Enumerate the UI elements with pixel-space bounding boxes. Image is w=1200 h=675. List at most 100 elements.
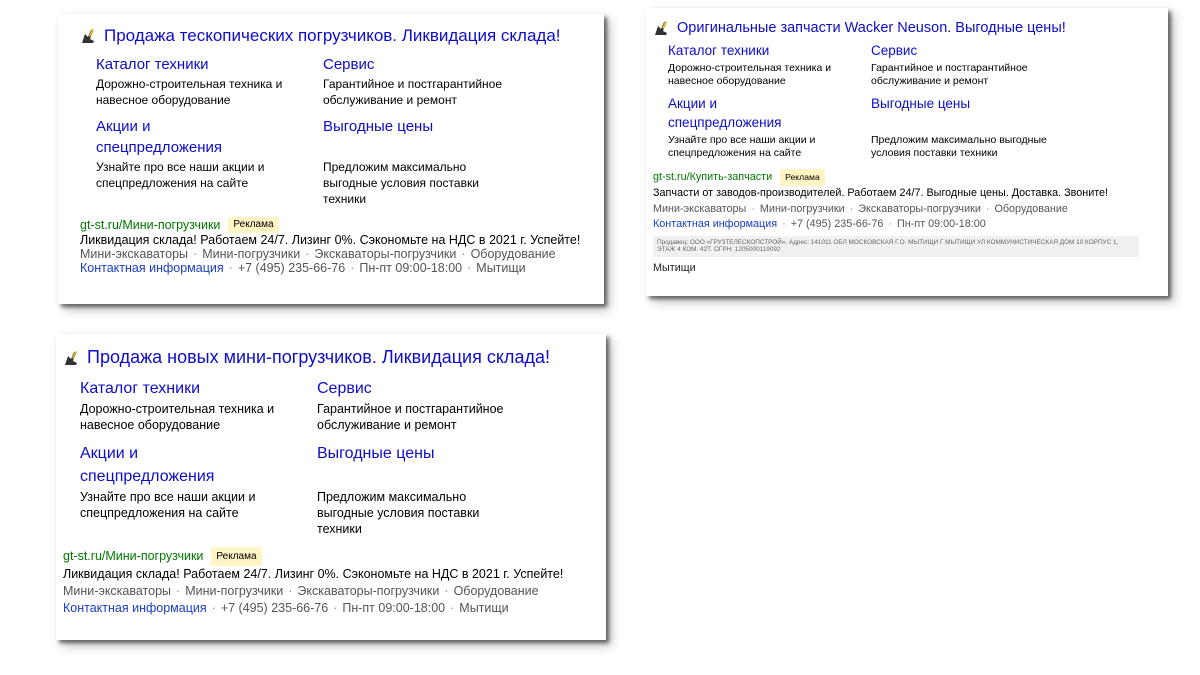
ad-title[interactable]: Продажа новых мини-погрузчиков. Ликвидац… bbox=[87, 347, 550, 368]
quicklink-equipment[interactable]: Оборудование bbox=[994, 203, 1067, 215]
sitelink-service[interactable]: Сервис bbox=[871, 42, 1061, 61]
sitelink-promotions[interactable]: Акции и спецпредложения bbox=[80, 443, 230, 488]
sitelink-description: Предложим максимально выгодные условия п… bbox=[871, 133, 1047, 160]
sitelink-prices[interactable]: Выгодные цены bbox=[323, 116, 523, 137]
phone-number[interactable]: +7 (495) 235-66-76 bbox=[221, 601, 328, 615]
ad-badge: Реклама bbox=[211, 547, 262, 567]
ad-title[interactable]: Оригинальные запчасти Wacker Neuson. Выг… bbox=[677, 20, 1066, 36]
separator-dot: · bbox=[350, 261, 355, 275]
ad-badge: Реклама bbox=[228, 217, 279, 233]
sitelink: Сервис Гарантийное и постгарантийное обс… bbox=[871, 42, 1061, 89]
quicklink-mini-loaders[interactable]: Мини-погрузчики bbox=[760, 203, 845, 215]
ad-title[interactable]: Продажа тескопических погрузчиков. Ликви… bbox=[104, 26, 561, 46]
display-url[interactable]: gt-st.ru/Мини-погрузчики bbox=[63, 548, 203, 565]
ad-footer: gt-st.ru/Мини-погрузчики Реклама Ликвида… bbox=[63, 547, 606, 617]
ad-footer: gt-st.ru/Купить-запчасти Реклама Запчаст… bbox=[653, 168, 1168, 277]
sitelink-service[interactable]: Сервис bbox=[317, 378, 517, 400]
sitelink-prices[interactable]: Выгодные цены bbox=[317, 443, 517, 465]
sitelink-description: Дорожно-строительная техника и навесное … bbox=[80, 402, 275, 433]
quicklink-backhoe-loaders[interactable]: Экскаваторы-погрузчики bbox=[314, 247, 456, 261]
sitelink-description: Предложим максимально выгодные условия п… bbox=[317, 490, 480, 537]
phone-number[interactable]: +7 (495) 235-66-76 bbox=[238, 261, 345, 275]
ad-card: Продажа тескопических погрузчиков. Ликви… bbox=[58, 14, 604, 304]
ad-title-link[interactable]: Продажа новых мини-погрузчиков. Ликвидац… bbox=[63, 347, 606, 368]
sitelink-description: Узнайте про все наши акции и спецпредлож… bbox=[668, 133, 816, 160]
ad-text: Запчасти от заводов-производителей. Рабо… bbox=[653, 187, 1109, 200]
sitelink: Акции и спецпредложения Узнайте про все … bbox=[80, 443, 317, 537]
contact-info-link[interactable]: Контактная информация bbox=[80, 261, 224, 275]
separator-dot: · bbox=[288, 584, 293, 599]
separator-dot: · bbox=[444, 584, 449, 599]
sitelink-description: Дорожно-строительная техника и навесное … bbox=[668, 61, 832, 88]
sitelink: Каталог техники Дорожно-строительная тех… bbox=[80, 378, 317, 433]
ad-text: Ликвидация склада! Работаем 24/7. Лизинг… bbox=[80, 233, 581, 247]
favicon-icon bbox=[65, 350, 77, 365]
separator-dot: · bbox=[888, 218, 893, 231]
sitelink: Выгодные цены Предложим максимально выго… bbox=[871, 95, 1061, 161]
phone-number[interactable]: +7 (495) 235-66-76 bbox=[791, 218, 884, 230]
ad-footer: gt-st.ru/Мини-погрузчики Реклама Ликвида… bbox=[80, 217, 604, 275]
contacts-line: Контактная информация · +7 (495) 235-66-76… bbox=[80, 261, 604, 275]
quicklink-backhoe-loaders[interactable]: Экскаваторы-погрузчики bbox=[297, 584, 439, 598]
contact-info-link[interactable]: Контактная информация bbox=[653, 218, 777, 230]
sitelink-promotions[interactable]: Акции и спецпредложения bbox=[96, 116, 246, 158]
separator-dot: · bbox=[985, 202, 990, 215]
favicon-icon bbox=[82, 29, 94, 43]
favicon-icon bbox=[655, 21, 667, 35]
ad-badge: Реклама bbox=[780, 168, 825, 187]
contacts-line: Контактная информация · +7 (495) 235-66-76… bbox=[653, 217, 1168, 233]
quicklinks: Мини-экскаваторы · Мини-погрузчики · Экскава… bbox=[80, 247, 604, 261]
separator-dot: · bbox=[751, 202, 755, 215]
sitelink-description: Гарантийное и постгарантийное обслуживан… bbox=[317, 402, 504, 433]
quicklink-backhoe-loaders[interactable]: Экскаваторы-погрузчики bbox=[858, 203, 981, 215]
ad-title-link[interactable]: Продажа тескопических погрузчиков. Ликви… bbox=[80, 26, 604, 46]
quicklink-mini-excavators[interactable]: Мини-экскаваторы bbox=[80, 247, 188, 261]
sitelink: Выгодные цены Предложим максимально выго… bbox=[317, 443, 517, 537]
sitelink: Каталог техники Дорожно-строительная тех… bbox=[668, 42, 871, 89]
separator-dot: · bbox=[467, 261, 472, 275]
sitelink-description: Гарантийное и постгарантийное обслуживан… bbox=[323, 77, 503, 107]
ad-text: Ликвидация склада! Работаем 24/7. Лизинг… bbox=[63, 567, 564, 582]
quicklink-equipment[interactable]: Оборудование bbox=[471, 247, 556, 261]
sitelink-description: Узнайте про все наши акции и спецпредлож… bbox=[96, 160, 265, 190]
legal-info: Продавец: ООО «ГРУЗТЕЛЕСКОПСТРОЙ». Адрес… bbox=[653, 235, 1139, 257]
ad-title-link[interactable]: Оригинальные запчасти Wacker Neuson. Выг… bbox=[653, 20, 1168, 36]
separator-dot: · bbox=[193, 247, 198, 261]
separator-dot: · bbox=[333, 601, 338, 616]
separator-dot: · bbox=[450, 601, 455, 616]
city-line: Мытищи bbox=[653, 261, 696, 274]
city: Мытищи bbox=[476, 261, 526, 275]
separator-dot: · bbox=[849, 202, 854, 215]
sitelink: Сервис Гарантийное и постгарантийное обс… bbox=[323, 54, 523, 108]
separator-dot: · bbox=[305, 247, 310, 261]
quicklink-mini-loaders[interactable]: Мини-погрузчики bbox=[185, 584, 283, 598]
url-line: gt-st.ru/Мини-погрузчики Реклама bbox=[80, 217, 604, 233]
url-line: gt-st.ru/Купить-запчасти Реклама bbox=[653, 168, 1168, 187]
quicklink-mini-loaders[interactable]: Мини-погрузчики bbox=[202, 247, 300, 261]
sitelink-prices[interactable]: Выгодные цены bbox=[871, 95, 1061, 114]
sitelink-catalog[interactable]: Каталог техники bbox=[668, 42, 871, 61]
quicklinks: Мини-экскаваторы · Мини-погрузчики · Экскава… bbox=[63, 583, 606, 600]
display-url[interactable]: gt-st.ru/Мини-погрузчики bbox=[80, 218, 220, 232]
quicklink-mini-excavators[interactable]: Мини-экскаваторы bbox=[653, 203, 746, 215]
contact-info-link[interactable]: Контактная информация bbox=[63, 601, 207, 615]
sitelink-catalog[interactable]: Каталог техники bbox=[96, 54, 323, 75]
sitelink-service[interactable]: Сервис bbox=[323, 54, 523, 75]
sitelink-description: Узнайте про все наши акции и спецпредлож… bbox=[80, 490, 256, 521]
sitelink-promotions[interactable]: Акции и спецпредложения bbox=[668, 95, 818, 133]
quicklink-equipment[interactable]: Оборудование bbox=[454, 584, 539, 598]
sitelink: Акции и спецпредложения Узнайте про все … bbox=[668, 95, 871, 161]
sitelinks-grid: Каталог техники Дорожно-строительная тех… bbox=[96, 54, 604, 207]
ad-card: Оригинальные запчасти Wacker Neuson. Выг… bbox=[646, 8, 1168, 296]
display-url[interactable]: gt-st.ru/Купить-запчасти bbox=[653, 170, 772, 186]
quicklinks: Мини-экскаваторы · Мини-погрузчики · Экскава… bbox=[653, 202, 1168, 218]
url-line: gt-st.ru/Мини-погрузчики Реклама bbox=[63, 547, 606, 567]
sitelink-catalog[interactable]: Каталог техники bbox=[80, 378, 317, 400]
sitelink: Выгодные цены Предложим максимально выго… bbox=[323, 116, 523, 207]
sitelink-description: Предложим максимально выгодные условия п… bbox=[323, 160, 479, 206]
sitelink: Акции и спецпредложения Узнайте про все … bbox=[96, 116, 323, 207]
sitelink: Каталог техники Дорожно-строительная тех… bbox=[96, 54, 323, 108]
separator-dot: · bbox=[782, 218, 786, 231]
working-hours: Пн-пт 09:00-18:00 bbox=[897, 218, 986, 231]
quicklink-mini-excavators[interactable]: Мини-экскаваторы bbox=[63, 584, 171, 598]
